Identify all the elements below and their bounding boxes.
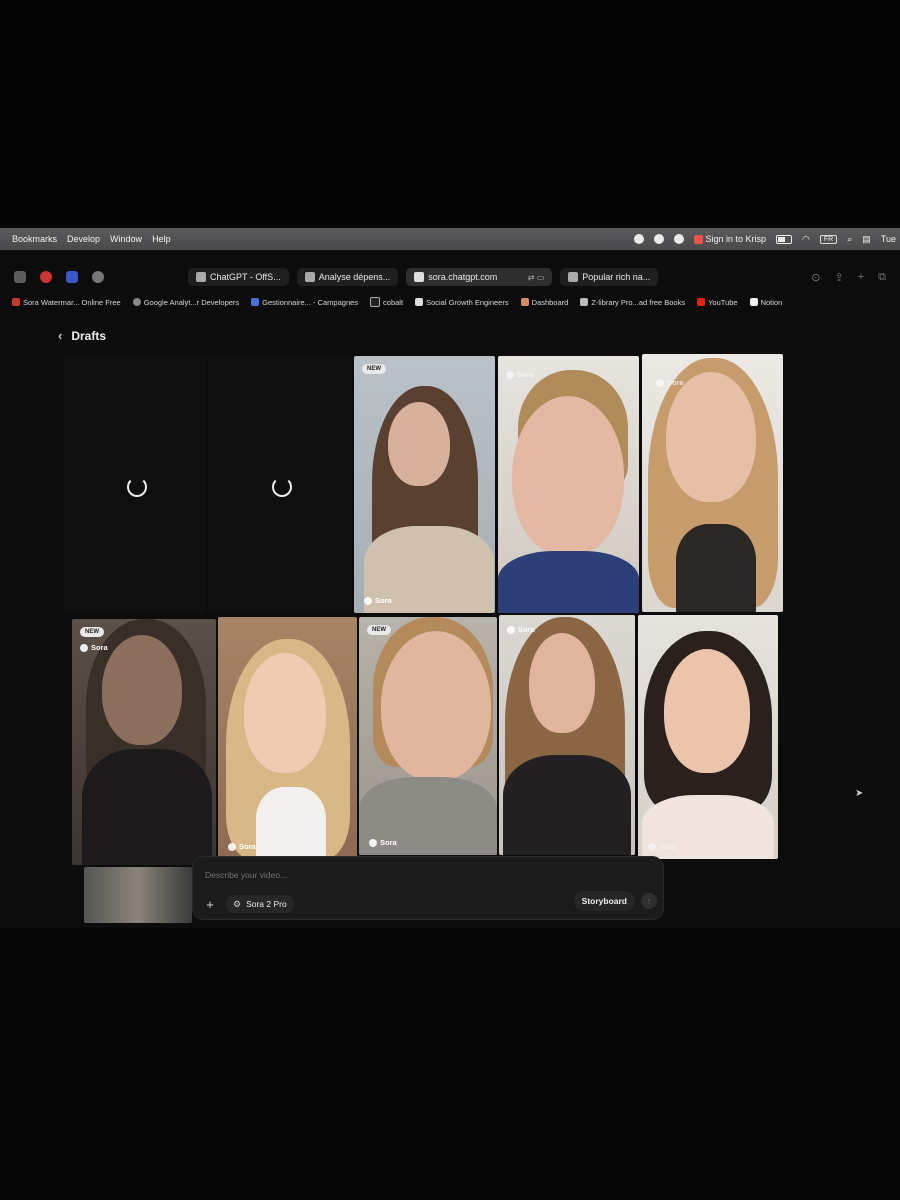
sora-icon	[364, 596, 372, 605]
draft-tile-loading[interactable]	[64, 356, 206, 613]
sora-icon	[80, 643, 88, 652]
sora-icon	[648, 842, 656, 851]
draft-tile-loading[interactable]	[209, 356, 351, 613]
video-thumbnail	[512, 396, 624, 556]
sora-icon	[369, 838, 377, 847]
sora-watermark: Sora	[369, 838, 397, 847]
sliders-icon: ⚙	[233, 898, 242, 909]
sora-icon	[656, 378, 664, 387]
sora-label: Sora	[375, 596, 392, 605]
plus-icon: +	[206, 896, 214, 912]
mouse-cursor-icon: ➤	[855, 788, 864, 799]
sora-watermark: Sora	[228, 842, 256, 851]
video-thumbnail	[503, 755, 631, 855]
send-button[interactable]: ↑	[641, 893, 657, 909]
draft-tile[interactable]: NEW Sora	[354, 356, 495, 613]
sora-label: Sora	[380, 838, 397, 847]
draft-tile[interactable]: Sora	[499, 615, 635, 855]
desk-background	[0, 928, 900, 1200]
sora-watermark: Sora	[648, 842, 676, 851]
video-thumbnail	[676, 524, 756, 612]
sora-label: Sora	[91, 643, 108, 652]
model-label: Sora 2 Pro	[246, 899, 287, 909]
new-badge: NEW	[362, 364, 386, 374]
draft-tile[interactable]: Sora	[218, 617, 357, 859]
sora-label: Sora	[517, 370, 534, 379]
sora-label: Sora	[667, 378, 684, 387]
prompt-composer: + ⚙ Sora 2 Pro Storyboard ↑	[192, 856, 664, 920]
sora-watermark: Sora	[364, 596, 392, 605]
video-thumbnail	[244, 653, 326, 773]
video-thumbnail	[666, 372, 756, 502]
video-thumbnail	[529, 633, 595, 733]
draft-tile[interactable]: Sora	[642, 354, 783, 612]
draft-tile[interactable]: Sora	[638, 615, 778, 859]
laptop-screen: Bookmarks Develop Window Help Sign in to…	[0, 228, 900, 928]
video-thumbnail	[102, 635, 182, 745]
describe-video-input[interactable]	[203, 869, 507, 881]
sora-watermark: Sora	[656, 378, 684, 387]
sora-watermark: Sora	[507, 625, 535, 634]
sora-icon	[507, 625, 515, 634]
sora-watermark: Sora	[506, 370, 534, 379]
model-selector-button[interactable]: ⚙ Sora 2 Pro	[225, 895, 295, 913]
add-attachment-button[interactable]: +	[201, 895, 219, 913]
new-badge: NEW	[367, 625, 391, 635]
draft-tile[interactable]	[84, 867, 192, 923]
new-badge: NEW	[80, 627, 104, 637]
video-thumbnail	[381, 631, 491, 781]
draft-tile[interactable]: NEW Sora	[359, 617, 497, 855]
loading-spinner-icon	[272, 476, 292, 497]
video-thumbnail	[498, 551, 639, 613]
arrow-up-icon: ↑	[646, 896, 652, 906]
draft-tile[interactable]: NEW Sora	[72, 619, 216, 865]
video-thumbnail	[664, 649, 750, 773]
drafts-grid: NEW Sora Sora Sora NEW Sora Sora NEW Sor…	[0, 228, 900, 928]
video-thumbnail	[388, 402, 450, 486]
storyboard-button[interactable]: Storyboard	[573, 891, 635, 911]
sora-watermark: Sora	[80, 643, 108, 652]
sora-label: Sora	[518, 625, 535, 634]
sora-label: Sora	[239, 842, 256, 851]
video-thumbnail	[82, 749, 212, 865]
sora-icon	[506, 370, 514, 379]
draft-tile[interactable]: Sora	[498, 356, 639, 613]
sora-icon	[228, 842, 236, 851]
sora-label: Sora	[659, 842, 676, 851]
loading-spinner-icon	[127, 476, 147, 497]
video-thumbnail	[256, 787, 326, 859]
